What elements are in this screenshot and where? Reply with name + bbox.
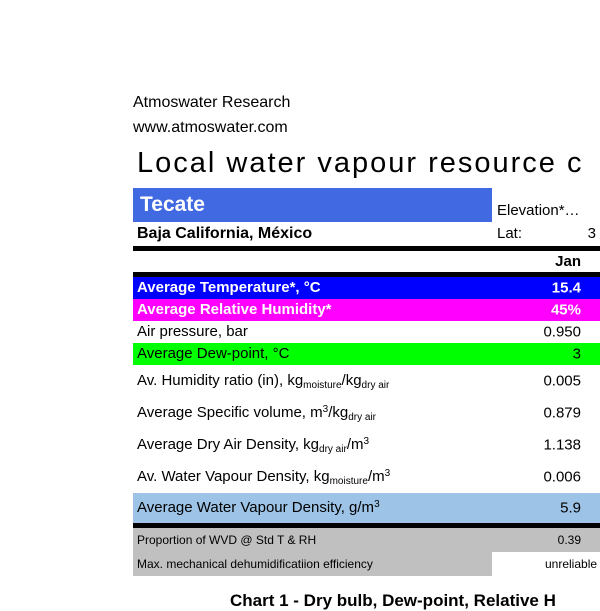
row-label: Average Dew-point, °C [137, 345, 290, 363]
table-row: Average Specific volume, m3/kgdry air 0.8… [133, 397, 600, 429]
row-label: Av. Humidity ratio (in), kgmoisture/kgdr… [137, 372, 390, 392]
row-value: unreliable [492, 552, 600, 576]
city-banner-row: Tecate Elevation*… [133, 188, 600, 222]
row-value: 3 [572, 345, 581, 363]
table-footer: Proportion of WVD @ Std T & RH 0.39 Max. m… [133, 528, 600, 576]
row-value: 0.006 [543, 468, 581, 486]
table-row: Av. Water Vapour Density, kgmoisture/m3 0… [133, 461, 600, 493]
row-label: Average Specific volume, m3/kgdry air [137, 404, 377, 424]
table-row: Air pressure, bar 0.950 [133, 321, 600, 343]
city-name-cell: Tecate [133, 188, 492, 222]
brand-block: Atmoswater Research www.atmoswater.com [133, 90, 290, 140]
table-row: Average Relative Humidity* 45% [133, 299, 600, 321]
brand-name: Atmoswater Research [133, 94, 291, 111]
row-label: Average Dry Air Density, kgdry air/m3 [137, 436, 370, 456]
month-header-row: Jan [133, 251, 600, 272]
page-title: Local water vapour resource c [137, 147, 584, 179]
row-label: Max. mechanical dehumidificatiion effici… [137, 556, 373, 571]
table-row: Average Temperature*, °C 15.4 [133, 277, 600, 299]
table-row: Max. mechanical dehumidificatiion effici… [133, 552, 600, 576]
elevation-label: Elevation*… [497, 202, 580, 219]
row-label: Average Relative Humidity* [137, 301, 332, 319]
region-row: Baja California, México Lat: 3 [133, 222, 600, 246]
table-row: Average Water Vapour Density, g/m3 5.9 [133, 493, 600, 523]
table-row: Average Dew-point, °C 3 [133, 343, 600, 365]
data-sheet: Tecate Elevation*… Baja California, Méxi… [133, 188, 600, 576]
table-row: Proportion of WVD @ Std T & RH 0.39 [133, 528, 600, 552]
row-value: 0.005 [543, 372, 581, 390]
row-value: 1.138 [543, 436, 581, 454]
latitude-value: 3 [587, 225, 596, 242]
chart-caption: Chart 1 - Dry bulb, Dew-point, Relative … [230, 591, 556, 610]
row-value: 15.4 [551, 279, 581, 297]
latitude-label: Lat: [497, 225, 523, 242]
region-name: Baja California, México [137, 225, 313, 242]
row-label: Average Water Vapour Density, g/m3 [137, 499, 380, 517]
row-label: Average Temperature*, °C [137, 279, 321, 297]
row-label: Av. Water Vapour Density, kgmoisture/m3 [137, 468, 391, 488]
table-body: Average Temperature*, °C 15.4 Average Rela… [133, 277, 600, 523]
row-value: 45% [550, 301, 581, 319]
row-value: 0.39 [557, 533, 581, 547]
table-row: Av. Humidity ratio (in), kgmoisture/kgdr… [133, 365, 600, 397]
row-value: 5.9 [560, 499, 581, 517]
brand-url: www.atmoswater.com [133, 119, 288, 136]
row-label: Air pressure, bar [137, 323, 248, 341]
table-row: Average Dry Air Density, kgdry air/m3 1.1… [133, 429, 600, 461]
row-value: 0.950 [543, 323, 581, 341]
month-header: Jan [555, 253, 581, 270]
row-value: 0.879 [543, 404, 581, 422]
row-label: Proportion of WVD @ Std T & RH [137, 532, 317, 547]
